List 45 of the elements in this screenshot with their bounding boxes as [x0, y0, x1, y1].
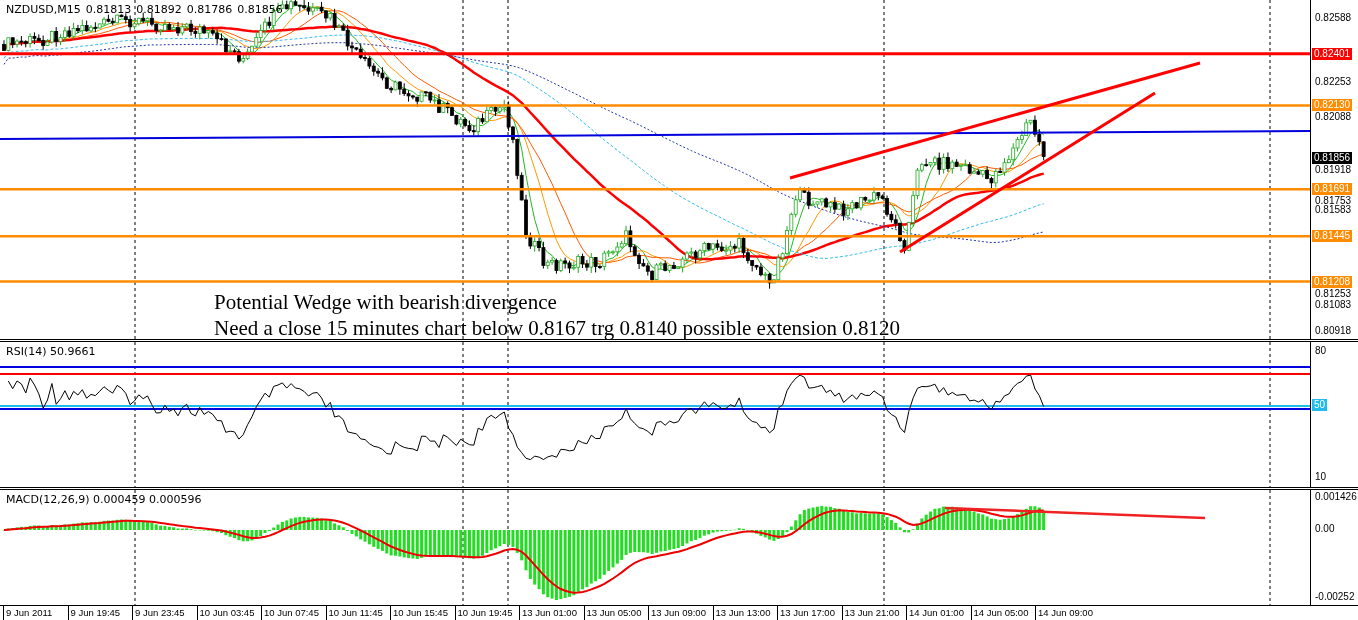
macd-tick-label: -0.00252	[1315, 591, 1355, 603]
price-tick-label: 0.81083	[1315, 299, 1352, 312]
time-label: 13 Jun 17:00	[780, 607, 835, 618]
indicator-label: RSI(14) 50.9661	[6, 345, 96, 358]
symbol-label: NZDUSD,M15	[6, 3, 81, 16]
quote-value: 0.81892	[136, 3, 182, 16]
quote-value: 0.81786	[186, 3, 233, 16]
price-level-label: 0.81691	[1312, 183, 1353, 196]
rsi-level-label: 50	[1312, 399, 1328, 411]
price-level-label: 0.81445	[1312, 230, 1353, 243]
indicator-label: MACD(12,26,9) 0.000459 0.000596	[6, 493, 202, 506]
price-tick-label: 0.82588	[1315, 12, 1352, 24]
annotation-text: Potential Wedge with bearish divergence	[214, 289, 558, 315]
time-label: 13 Jun 21:00	[844, 607, 900, 618]
time-label: 10 Jun 19:45	[457, 607, 513, 618]
time-label: 14 Jun 09:00	[1038, 607, 1093, 618]
price-tick-label: 0.80918	[1315, 325, 1352, 337]
time-label: 13 Jun 13:00	[715, 607, 771, 618]
time-label: 13 Jun 09:00	[651, 607, 706, 618]
annotation-text: Need a close 15 minutes chart below 0.8167 trg 0.8140 possible extension 0.8120	[214, 315, 901, 339]
time-label: 10 Jun 07:45	[264, 607, 319, 618]
price-level-label: 0.82130	[1312, 99, 1353, 112]
price-level-label: 0.82401	[1312, 47, 1353, 60]
price-tick-label: 0.81918	[1315, 163, 1352, 176]
time-label: 10 Jun 03:45	[199, 607, 255, 618]
rsi-tick-label: 80	[1315, 345, 1327, 357]
time-label: 14 Jun 01:00	[909, 607, 964, 618]
quote-value: 0.81856	[237, 3, 283, 16]
time-label: 9 Jun 2011	[6, 607, 53, 618]
macd-tick-label: 0.00	[1315, 523, 1335, 535]
time-label: 13 Jun 05:00	[586, 607, 642, 618]
rsi-tick-label: 10	[1315, 471, 1327, 483]
time-label: 10 Jun 15:45	[393, 607, 448, 618]
time-label: 9 Jun 23:45	[135, 607, 185, 618]
quote-value: 0.81813	[85, 3, 132, 16]
price-level-label: 0.81208	[1312, 275, 1353, 288]
time-label: 13 Jun 01:00	[522, 607, 577, 618]
current-price-label: 0.81856	[1312, 151, 1353, 164]
time-label: 10 Jun 11:45	[328, 607, 383, 618]
time-label: 9 Jun 19:45	[70, 607, 121, 618]
time-label: 14 Jun 05:00	[973, 607, 1029, 618]
macd-tick-label: 0.001426	[1315, 491, 1357, 503]
price-tick-label: 0.82253	[1315, 76, 1352, 88]
price-tick-label: 0.81253	[1315, 287, 1352, 300]
price-tick-label: 0.82088	[1315, 111, 1352, 124]
